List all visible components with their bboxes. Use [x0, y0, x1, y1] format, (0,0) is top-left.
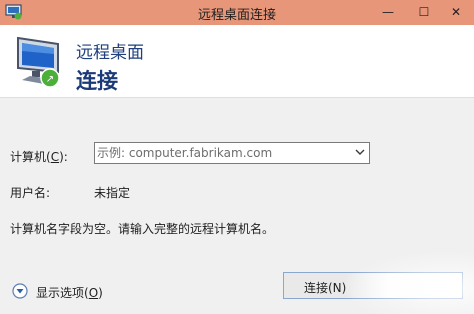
dialog-header: ↗ 远程桌面 连接 [0, 25, 474, 97]
status-message: 计算机名字段为空。请输入完整的远程计算机名。 [10, 222, 275, 236]
username-label: 用户名: [10, 186, 51, 200]
chevron-down-icon[interactable] [355, 148, 365, 156]
computer-combobox[interactable] [94, 142, 370, 164]
show-options-end: ) [98, 286, 103, 300]
header-title-line2: 连接 [76, 69, 118, 93]
computer-label: 计算机(C): [10, 148, 68, 165]
show-options-text: 显示选项( [36, 286, 89, 300]
close-button[interactable]: ✕ [438, 0, 474, 25]
svg-text:↗: ↗ [46, 74, 54, 85]
header-divider [0, 97, 474, 98]
computer-label-accel: C [50, 150, 60, 164]
maximize-button[interactable]: ☐ [406, 0, 442, 25]
expand-options-icon[interactable] [12, 283, 28, 299]
computer-label-text: 计算机( [10, 150, 51, 164]
computer-input[interactable] [97, 144, 347, 162]
header-title-line1: 远程桌面 [76, 43, 144, 63]
username-value: 未指定 [94, 186, 131, 200]
title-bar: 远程桌面连接 — ☐ ✕ [0, 0, 474, 25]
computer-label-end: ): [59, 150, 68, 164]
remote-desktop-monitor-icon: ↗ [17, 36, 60, 88]
screen-glare [340, 250, 474, 314]
minimize-button[interactable]: — [370, 0, 406, 25]
show-options-accel: O [88, 286, 99, 300]
show-options-label[interactable]: 显示选项(O) [36, 284, 103, 301]
